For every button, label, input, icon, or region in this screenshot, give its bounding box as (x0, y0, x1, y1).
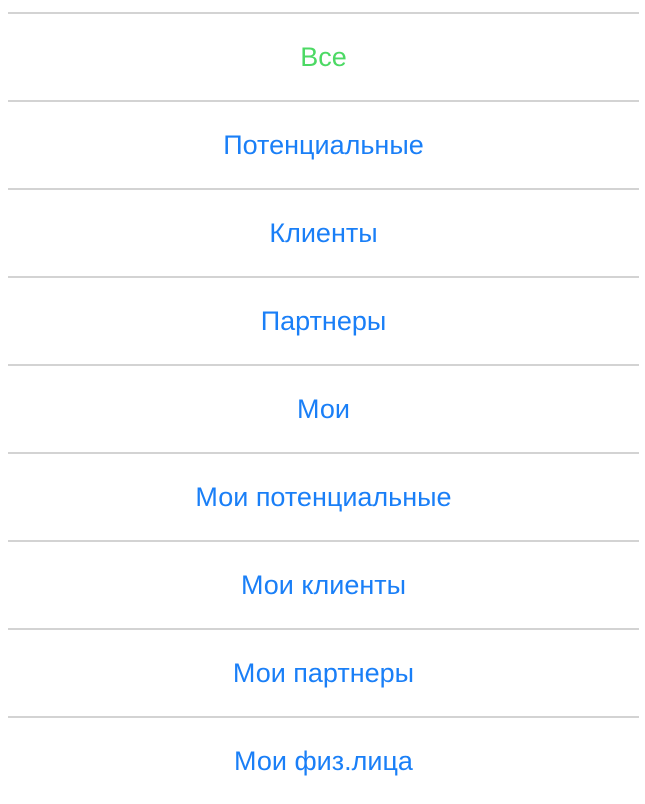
filter-item-label: Мои потенциальные (195, 481, 452, 512)
filter-item-my-potential[interactable]: Мои потенциальные (8, 454, 639, 542)
filter-menu: Все Потенциальные Клиенты Партнеры Мои М… (8, 12, 639, 804)
filter-item-label: Мои физ.лица (234, 745, 413, 776)
filter-item-clients[interactable]: Клиенты (8, 190, 639, 278)
filter-item-all[interactable]: Все (8, 14, 639, 102)
filter-item-label: Мои клиенты (240, 569, 407, 600)
filter-item-my-clients[interactable]: Мои клиенты (8, 542, 639, 630)
filter-item-label: Партнеры (260, 305, 387, 336)
filter-item-partners[interactable]: Партнеры (8, 278, 639, 366)
filter-item-label: Клиенты (269, 217, 378, 248)
filter-item-label: Потенциальные (223, 129, 424, 160)
filter-item-my-partners[interactable]: Мои партнеры (8, 630, 639, 718)
filter-item-potential[interactable]: Потенциальные (8, 102, 639, 190)
filter-item-label: Все (300, 41, 347, 72)
filter-item-mine[interactable]: Мои (8, 366, 639, 454)
filter-item-my-individuals[interactable]: Мои физ.лица (8, 718, 639, 804)
filter-item-label: Мои (297, 393, 350, 424)
filter-item-label: Мои партнеры (232, 657, 415, 688)
